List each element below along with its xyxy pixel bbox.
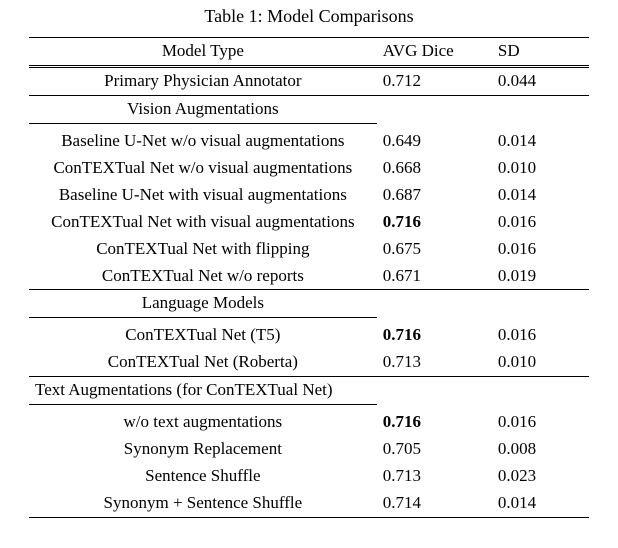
table-row: ConTEXTual Net with flipping 0.675 0.016 xyxy=(29,236,589,263)
table-row: ConTEXTual Net (T5) 0.716 0.016 xyxy=(29,322,589,349)
cell-dice: 0.705 xyxy=(377,436,492,463)
cell-sd: 0.010 xyxy=(492,349,589,376)
section-title: Language Models xyxy=(29,290,377,318)
table-row: Baseline U-Net w/o visual augmentations … xyxy=(29,128,589,155)
cell-model: ConTEXTual Net w/o visual augmentations xyxy=(29,155,377,182)
cell-model: Synonym + Sentence Shuffle xyxy=(29,490,377,517)
cell-model: Synonym Replacement xyxy=(29,436,377,463)
section-header-language: Language Models xyxy=(29,290,589,318)
cell-sd: 0.014 xyxy=(492,490,589,517)
table-row: ConTEXTual Net with visual augmentations… xyxy=(29,209,589,236)
cell-dice: 0.675 xyxy=(377,236,492,263)
table-row: ConTEXTual Net w/o visual augmentations … xyxy=(29,155,589,182)
section-header-vision: Vision Augmentations xyxy=(29,95,589,123)
cell-sd: 0.016 xyxy=(492,322,589,349)
cell-model: Primary Physician Annotator xyxy=(29,66,377,95)
table-row: Synonym + Sentence Shuffle 0.714 0.014 xyxy=(29,490,589,517)
table-row: w/o text augmentations 0.716 0.016 xyxy=(29,409,589,436)
header-dice: AVG Dice xyxy=(377,38,492,67)
cell-model: ConTEXTual Net with visual augmentations xyxy=(29,209,377,236)
cell-sd: 0.044 xyxy=(492,66,589,95)
table-row: ConTEXTual Net w/o reports 0.671 0.019 xyxy=(29,263,589,290)
cell-sd: 0.014 xyxy=(492,182,589,209)
cell-model: ConTEXTual Net with flipping xyxy=(29,236,377,263)
table-header-row: Model Type AVG Dice SD xyxy=(29,38,589,67)
cell-dice: 0.716 xyxy=(377,209,492,236)
cell-sd: 0.014 xyxy=(492,128,589,155)
cell-sd: 0.016 xyxy=(492,209,589,236)
comparison-table: Model Type AVG Dice SD Primary Physician… xyxy=(29,37,589,518)
cell-dice: 0.713 xyxy=(377,349,492,376)
cell-sd: 0.008 xyxy=(492,436,589,463)
table-row: ConTEXTual Net (Roberta) 0.713 0.010 xyxy=(29,349,589,376)
table-row: Synonym Replacement 0.705 0.008 xyxy=(29,436,589,463)
cell-sd: 0.016 xyxy=(492,236,589,263)
cell-dice: 0.687 xyxy=(377,182,492,209)
table-row: Primary Physician Annotator 0.712 0.044 xyxy=(29,66,589,95)
page: Table 1: Model Comparisons Model Type AV… xyxy=(0,0,618,548)
table-caption: Table 1: Model Comparisons xyxy=(0,6,618,27)
cell-dice: 0.713 xyxy=(377,463,492,490)
cell-sd: 0.016 xyxy=(492,409,589,436)
cell-sd: 0.019 xyxy=(492,263,589,290)
cell-dice: 0.668 xyxy=(377,155,492,182)
section-title: Text Augmentations (for ConTEXTual Net) xyxy=(29,377,377,405)
cell-model: w/o text augmentations xyxy=(29,409,377,436)
cell-model: Sentence Shuffle xyxy=(29,463,377,490)
table-row: Sentence Shuffle 0.713 0.023 xyxy=(29,463,589,490)
section-title: Vision Augmentations xyxy=(29,95,377,123)
cell-model: ConTEXTual Net (Roberta) xyxy=(29,349,377,376)
cell-model: Baseline U-Net w/o visual augmentations xyxy=(29,128,377,155)
cell-model: ConTEXTual Net w/o reports xyxy=(29,263,377,290)
section-header-text: Text Augmentations (for ConTEXTual Net) xyxy=(29,377,589,405)
cell-dice: 0.649 xyxy=(377,128,492,155)
cell-dice: 0.671 xyxy=(377,263,492,290)
cell-dice: 0.714 xyxy=(377,490,492,517)
table-row: Baseline U-Net with visual augmentations… xyxy=(29,182,589,209)
cell-sd: 0.023 xyxy=(492,463,589,490)
cell-dice: 0.716 xyxy=(377,322,492,349)
cell-model: Baseline U-Net with visual augmentations xyxy=(29,182,377,209)
header-model: Model Type xyxy=(29,38,377,67)
cell-dice: 0.712 xyxy=(377,66,492,95)
cell-model: ConTEXTual Net (T5) xyxy=(29,322,377,349)
header-sd: SD xyxy=(492,38,589,67)
cell-dice: 0.716 xyxy=(377,409,492,436)
cell-sd: 0.010 xyxy=(492,155,589,182)
